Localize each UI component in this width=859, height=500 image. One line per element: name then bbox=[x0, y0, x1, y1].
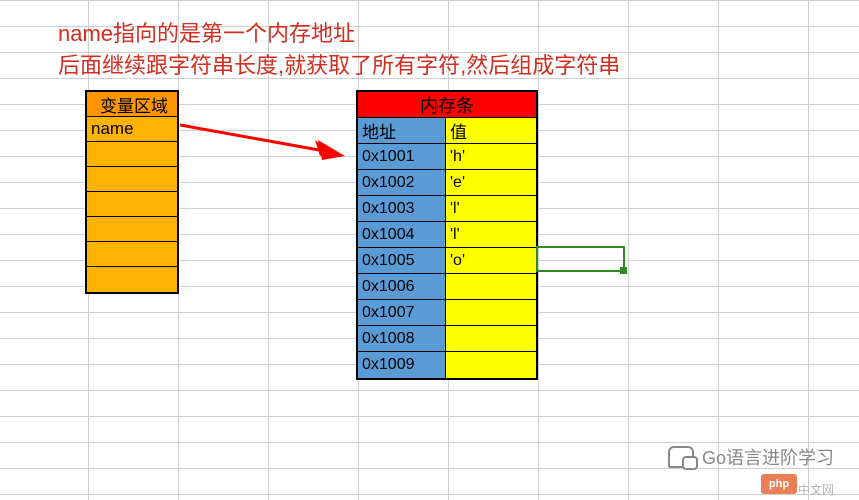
memory-val bbox=[446, 326, 536, 351]
memory-addr: 0x1002 bbox=[358, 170, 446, 195]
variable-area-table: 变量区域 name bbox=[85, 90, 179, 294]
variable-row bbox=[87, 167, 177, 192]
memory-row: 0x1009 bbox=[358, 352, 536, 378]
variable-row bbox=[87, 267, 177, 292]
watermark-text: Go语言进阶学习 bbox=[702, 444, 834, 470]
memory-title-row: 内存条 bbox=[358, 92, 536, 118]
variable-row bbox=[87, 242, 177, 267]
memory-val bbox=[446, 352, 536, 378]
variable-row bbox=[87, 217, 177, 242]
annotation-text: name指向的是第一个内存地址 后面继续跟字符串长度,就获取了所有字符,然后组成… bbox=[58, 18, 620, 82]
memory-row: 0x1008 bbox=[358, 326, 536, 352]
memory-header-row: 地址 值 bbox=[358, 118, 536, 144]
variable-area-header: 变量区域 bbox=[87, 92, 177, 117]
memory-row: 0x1004'l' bbox=[358, 222, 536, 248]
wechat-icon bbox=[668, 446, 694, 468]
memory-row: 0x1006 bbox=[358, 274, 536, 300]
memory-val: 'l' bbox=[446, 222, 536, 247]
memory-table: 内存条 地址 值 0x1001'h' 0x1002'e' 0x1003'l' 0… bbox=[356, 90, 538, 380]
memory-addr: 0x1003 bbox=[358, 196, 446, 221]
memory-val: 'h' bbox=[446, 144, 536, 169]
memory-val bbox=[446, 300, 536, 325]
variable-row bbox=[87, 142, 177, 167]
memory-addr: 0x1005 bbox=[358, 248, 446, 273]
memory-addr: 0x1006 bbox=[358, 274, 446, 299]
annotation-line2: 后面继续跟字符串长度,就获取了所有字符,然后组成字符串 bbox=[58, 50, 620, 82]
php-logo: php bbox=[761, 474, 797, 494]
memory-val: 'l' bbox=[446, 196, 536, 221]
memory-addr: 0x1008 bbox=[358, 326, 446, 351]
memory-val: 'e' bbox=[446, 170, 536, 195]
memory-row: 0x1007 bbox=[358, 300, 536, 326]
memory-addr: 0x1007 bbox=[358, 300, 446, 325]
memory-row: 0x1005'o' bbox=[358, 248, 536, 274]
site-mark: 中文网 bbox=[798, 481, 834, 498]
variable-row: name bbox=[87, 117, 177, 142]
memory-addr: 0x1001 bbox=[358, 144, 446, 169]
memory-title: 内存条 bbox=[358, 92, 536, 117]
variable-row bbox=[87, 192, 177, 217]
memory-row: 0x1001'h' bbox=[358, 144, 536, 170]
memory-row: 0x1003'l' bbox=[358, 196, 536, 222]
selected-cell[interactable] bbox=[536, 246, 625, 272]
memory-col-addr: 地址 bbox=[358, 118, 446, 143]
memory-addr: 0x1004 bbox=[358, 222, 446, 247]
memory-addr: 0x1009 bbox=[358, 352, 446, 378]
memory-row: 0x1002'e' bbox=[358, 170, 536, 196]
memory-val bbox=[446, 274, 536, 299]
annotation-line1: name指向的是第一个内存地址 bbox=[58, 18, 620, 50]
memory-col-val: 值 bbox=[446, 118, 536, 143]
memory-val: 'o' bbox=[446, 248, 536, 273]
watermark: Go语言进阶学习 bbox=[668, 444, 834, 470]
